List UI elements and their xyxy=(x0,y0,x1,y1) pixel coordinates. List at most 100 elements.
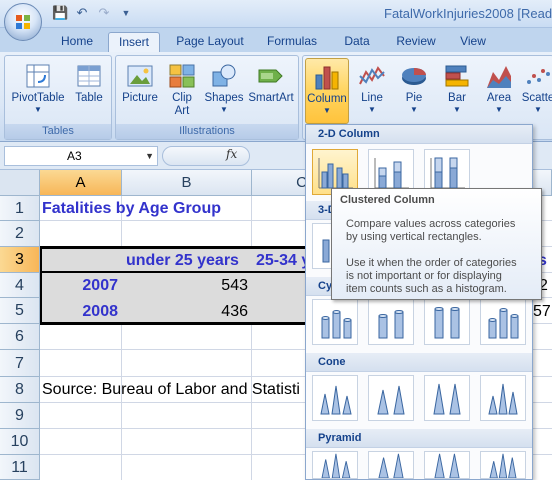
pie-dropdown-icon: ▼ xyxy=(410,105,418,114)
scatter-chart-button[interactable]: Scatte ▼ xyxy=(521,58,552,124)
3d-cone-option[interactable] xyxy=(480,375,526,421)
save-icon[interactable]: 💾 xyxy=(52,5,68,21)
column-header-a[interactable]: A xyxy=(40,170,122,196)
cell-a4-year[interactable]: 2007 xyxy=(42,277,118,295)
gridline xyxy=(121,196,122,480)
select-all-corner[interactable] xyxy=(0,170,40,196)
cell-a1-title[interactable]: Fatalities by Age Group xyxy=(42,200,221,218)
row-header-7[interactable]: 7 xyxy=(0,350,40,377)
pivottable-button[interactable]: PivotTable ▼ xyxy=(9,58,67,124)
customize-qat-icon[interactable]: ▼ xyxy=(118,5,134,21)
tab-view[interactable]: View xyxy=(452,32,494,52)
100-stacked-cylinder-option[interactable] xyxy=(424,299,470,345)
smartart-button[interactable]: SmartArt xyxy=(246,58,296,124)
3d-cylinder-icon xyxy=(488,308,519,339)
clustered-cylinder-icon xyxy=(321,310,352,339)
pivottable-dropdown-icon: ▼ xyxy=(34,105,42,114)
cell-c3-header[interactable]: 25-34 y xyxy=(256,252,310,270)
smartart-icon xyxy=(258,69,283,83)
3d-pyramid-option[interactable] xyxy=(480,451,526,479)
clipart-button[interactable]: Clip Art xyxy=(164,58,200,124)
clustered-pyramid-option[interactable] xyxy=(312,451,358,479)
row-header-6[interactable]: 6 xyxy=(0,324,40,350)
cell-e5-partial[interactable]: 57 xyxy=(533,303,551,321)
tooltip-line-4: is not important or for displaying xyxy=(346,270,502,282)
pivottable-label: PivotTable xyxy=(11,92,65,104)
area-dropdown-icon: ▼ xyxy=(495,105,503,114)
table-label: Table xyxy=(75,92,103,104)
title-bar: 💾 ↶ ↷ ▼ FatalWorkInjuries2008 [Read xyxy=(0,0,552,28)
table-button[interactable]: Table xyxy=(69,58,109,124)
tab-data[interactable]: Data xyxy=(336,32,378,52)
area-chart-button[interactable]: Area ▼ xyxy=(479,58,519,124)
cell-a5-year[interactable]: 2008 xyxy=(42,303,118,321)
undo-icon[interactable]: ↶ xyxy=(74,5,90,21)
cell-a8-source[interactable]: Source: Bureau of Labor and Statisti xyxy=(42,381,300,399)
table-icon xyxy=(77,65,101,87)
100-stacked-cone-option[interactable] xyxy=(424,375,470,421)
bar-chart-icon xyxy=(445,65,469,87)
row-header-5[interactable]: 5 xyxy=(0,298,40,324)
column-dropdown-icon: ▼ xyxy=(323,106,331,115)
column-header-b[interactable]: B xyxy=(122,170,252,196)
3d-cylinder-option[interactable] xyxy=(480,299,526,345)
picture-button[interactable]: Picture xyxy=(120,58,160,124)
stacked-cone-option[interactable] xyxy=(368,375,414,421)
stacked-cylinder-option[interactable] xyxy=(368,299,414,345)
row-header-10[interactable]: 10 xyxy=(0,429,40,455)
office-button[interactable] xyxy=(4,3,42,41)
clustered-cone-option[interactable] xyxy=(312,375,358,421)
gridline xyxy=(251,196,252,480)
line-chart-label: Line xyxy=(361,92,383,104)
stacked-cylinder-icon xyxy=(378,310,404,339)
row-header-8[interactable]: 8 xyxy=(0,377,40,403)
ribbon-tabs: Home Insert Page Layout Formulas Data Re… xyxy=(0,28,552,52)
cell-b4-value[interactable]: 543 xyxy=(124,277,248,295)
shapes-button[interactable]: Shapes ▼ xyxy=(204,58,244,124)
100-stacked-cylinder-icon xyxy=(434,307,460,339)
row-header-2[interactable]: 2 xyxy=(0,221,40,247)
stacked-pyramid-option[interactable] xyxy=(368,451,414,479)
tab-insert[interactable]: Insert xyxy=(108,32,160,52)
pie-chart-button[interactable]: Pie ▼ xyxy=(395,58,433,124)
shapes-label: Shapes xyxy=(204,92,244,104)
group-tables: PivotTable ▼ Table Tables xyxy=(4,55,112,140)
picture-label: Picture xyxy=(122,92,158,104)
cell-b3-header[interactable]: under 25 years xyxy=(126,252,239,270)
line-chart-button[interactable]: Line ▼ xyxy=(353,58,391,124)
pivottable-icon xyxy=(26,64,50,88)
pie-chart-label: Pie xyxy=(405,92,423,104)
tooltip-line-3: Use it when the order of categories xyxy=(346,257,517,269)
name-box[interactable]: A3 ▼ xyxy=(4,146,158,166)
row-header-3[interactable]: 3 xyxy=(0,247,40,273)
row-header-9[interactable]: 9 xyxy=(0,403,40,429)
clipart-label-2: Art xyxy=(174,105,190,117)
row-header-1[interactable]: 1 xyxy=(0,196,40,221)
100-stacked-pyramid-icon xyxy=(434,453,460,479)
row-header-4[interactable]: 4 xyxy=(0,273,40,298)
tab-home[interactable]: Home xyxy=(52,32,102,52)
100-stacked-pyramid-option[interactable] xyxy=(424,451,470,479)
tab-formulas[interactable]: Formulas xyxy=(260,32,324,52)
window-title: FatalWorkInjuries2008 [Read xyxy=(384,6,552,21)
column-chart-label: Column xyxy=(307,93,347,105)
clustered-column-tooltip: Clustered Column Compare values across c… xyxy=(331,188,542,300)
clustered-cylinder-option[interactable] xyxy=(312,299,358,345)
office-logo-icon xyxy=(16,15,30,29)
tab-review[interactable]: Review xyxy=(390,32,442,52)
tab-page-layout[interactable]: Page Layout xyxy=(168,32,252,52)
shapes-dropdown-icon: ▼ xyxy=(220,105,228,114)
redo-icon[interactable]: ↷ xyxy=(96,5,112,21)
insert-function-icon[interactable]: fx xyxy=(226,147,237,161)
column-chart-button[interactable]: Column ▼ xyxy=(305,58,349,124)
tooltip-line-2: by using vertical rectangles. xyxy=(346,231,482,243)
scatter-dropdown-icon: ▼ xyxy=(534,105,542,114)
row-header-11[interactable]: 11 xyxy=(0,455,40,480)
stacked-pyramid-icon xyxy=(378,453,404,479)
cell-b5-value[interactable]: 436 xyxy=(124,303,248,321)
bar-chart-button[interactable]: Bar ▼ xyxy=(437,58,477,124)
100-stacked-cone-icon xyxy=(433,383,461,415)
3d-pyramid-icon xyxy=(489,453,517,479)
clipart-icon xyxy=(169,64,195,88)
name-box-dropdown-icon[interactable]: ▼ xyxy=(145,147,154,165)
